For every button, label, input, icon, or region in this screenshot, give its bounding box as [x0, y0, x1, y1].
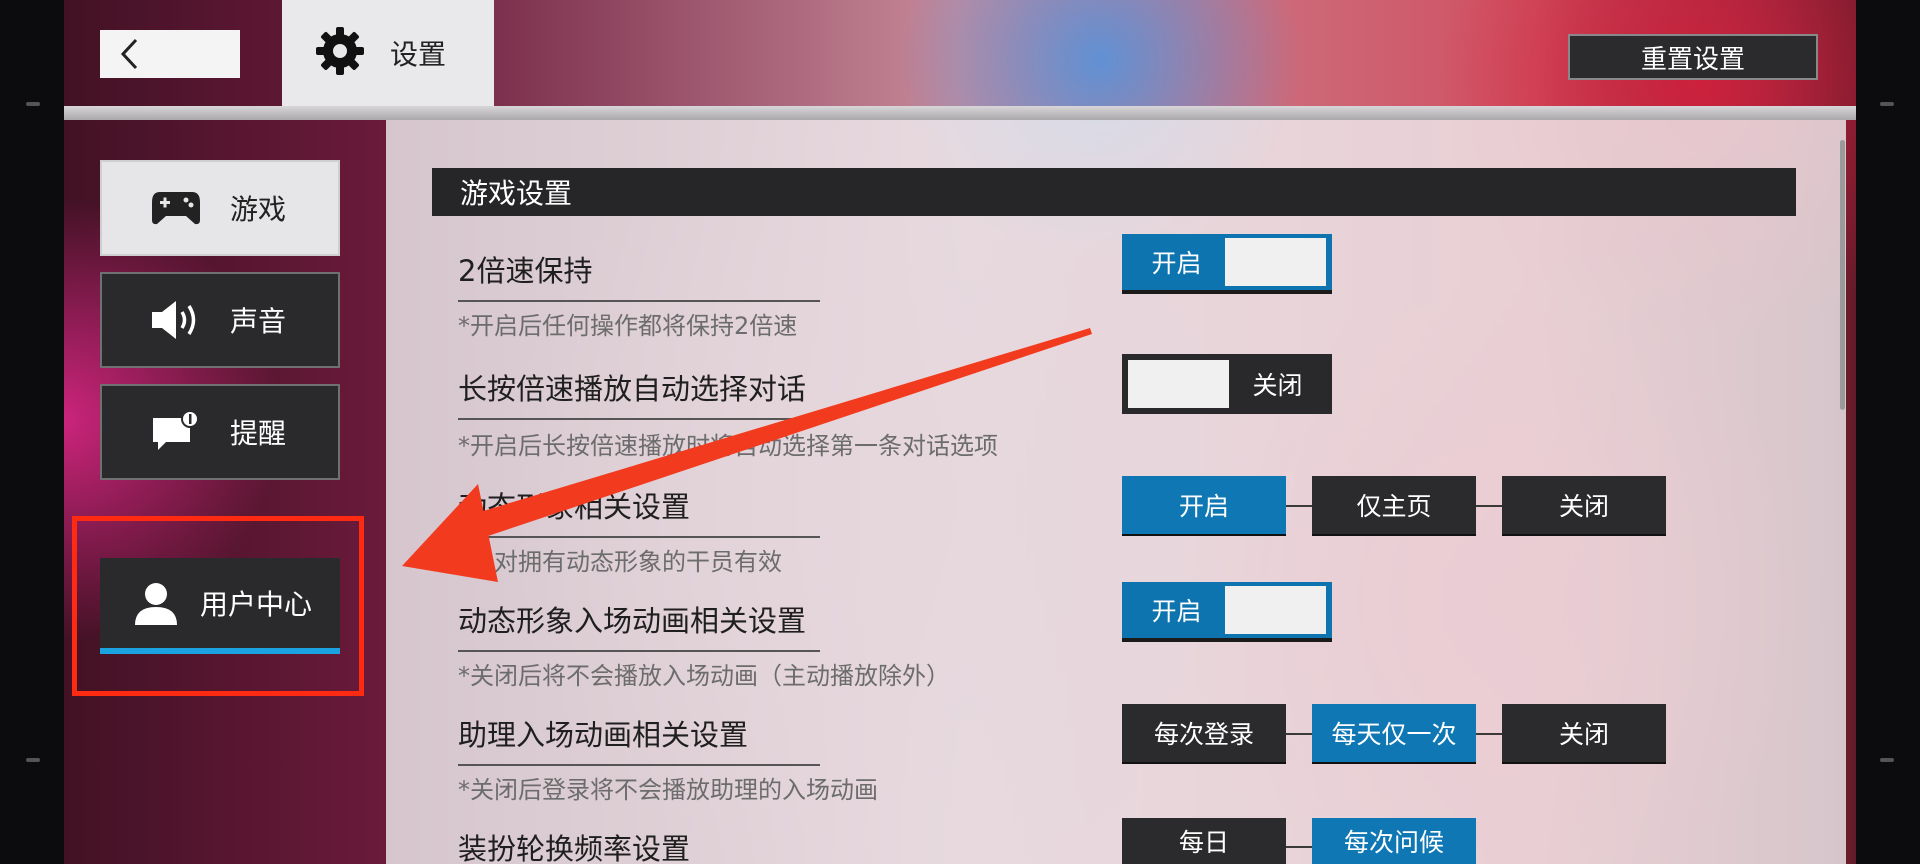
- annotation-arrow-icon: [402, 328, 1092, 582]
